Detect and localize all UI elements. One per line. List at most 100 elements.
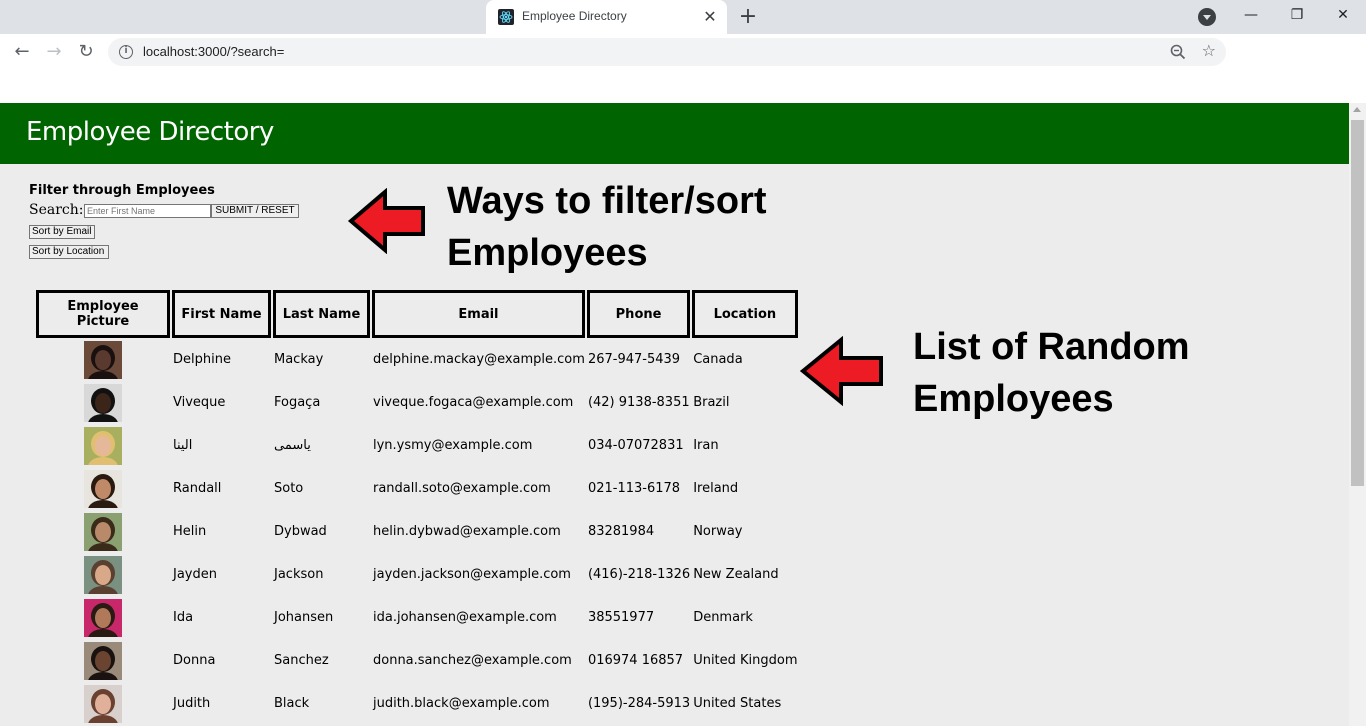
table-row: Donna Sanchez donna.sanchez@example.com 016…	[36, 639, 798, 682]
email-cell: viveque.fogaca@example.com	[373, 395, 574, 410]
last-name-cell: Fogaça	[274, 395, 321, 410]
table-row: Viveque Fogaça viveque.fogaca@example.com (…	[36, 381, 798, 424]
table-row: Judith Black judith.black@example.com (195)…	[36, 682, 798, 725]
first-name-cell: Jayden	[173, 567, 217, 582]
react-logo-icon	[498, 9, 514, 25]
first-name-cell: Ida	[173, 610, 194, 625]
employee-picture-cell	[36, 510, 170, 553]
employee-photo	[84, 555, 122, 594]
tab-strip: Employee Directory ✕ + — ❐ ✕	[0, 0, 1366, 34]
employee-picture-cell	[36, 338, 170, 381]
first-name-cell: Viveque	[173, 395, 226, 410]
app-header: Employee Directory	[0, 103, 1349, 164]
employee-picture-cell	[36, 553, 170, 596]
last-name-cell: Soto	[274, 481, 304, 496]
employee-table-body: Delphine Mackay delphine.mackay@example.co…	[36, 338, 798, 725]
phone-cell: 034-07072831	[587, 438, 684, 453]
location-cell: New Zealand	[693, 567, 779, 582]
location-cell: United Kingdom	[693, 653, 798, 668]
location-cell: Ireland	[693, 481, 739, 496]
address-url[interactable]: localhost:3000/?search=	[143, 44, 284, 59]
search-input[interactable]	[84, 204, 211, 218]
table-row: Jayden Jackson jayden.jackson@example.com (…	[36, 553, 798, 596]
phone-cell: 83281984	[587, 524, 655, 539]
location-cell: Canada	[693, 352, 743, 367]
first-name-cell: الینا	[173, 438, 193, 453]
column-header-phone[interactable]: Phone	[586, 290, 691, 338]
email-cell: judith.black@example.com	[373, 696, 550, 711]
employee-picture-cell	[36, 596, 170, 639]
scrollbar-thumb[interactable]	[1351, 120, 1364, 486]
first-name-cell: Helin	[173, 524, 207, 539]
last-name-cell: Sanchez	[274, 653, 329, 668]
window-restore-icon[interactable]: ❐	[1274, 0, 1320, 32]
column-header-first-name[interactable]: First Name	[172, 290, 271, 338]
email-cell: helin.dybwad@example.com	[373, 524, 561, 539]
employee-photo	[84, 469, 122, 508]
email-cell: donna.sanchez@example.com	[373, 653, 572, 668]
column-header-last-name[interactable]: Last Name	[273, 290, 370, 338]
browser-toolbar: ← → ↻ i localhost:3000/?search= ☆	[0, 34, 1366, 70]
employee-photo	[84, 512, 122, 551]
forward-arrow-icon[interactable]: →	[40, 38, 68, 66]
employee-photo	[84, 598, 122, 637]
window-minimize-icon[interactable]: —	[1228, 0, 1274, 32]
site-info-icon[interactable]: i	[119, 45, 133, 59]
last-name-cell: Jackson	[274, 567, 324, 582]
zoom-out-icon[interactable]	[1170, 44, 1186, 60]
browser-tab[interactable]: Employee Directory ✕	[486, 0, 727, 34]
employee-picture-cell	[36, 639, 170, 682]
location-cell: Iran	[693, 438, 719, 453]
phone-cell: (42) 9138-8351	[587, 395, 690, 410]
last-name-cell: یاسمی	[274, 438, 311, 453]
first-name-cell: Donna	[173, 653, 216, 668]
table-header-row: Employee Picture First Name Last Name Em…	[36, 290, 798, 338]
filter-heading: Filter through Employees	[29, 183, 215, 198]
location-cell: United States	[693, 696, 782, 711]
address-bar[interactable]: i localhost:3000/?search= ☆	[108, 38, 1226, 66]
table-row: Helin Dybwad helin.dybwad@example.com 83281…	[36, 510, 798, 553]
red-arrow-icon	[347, 188, 425, 254]
page-title: Employee Directory	[26, 117, 274, 147]
column-header-location[interactable]: Location	[692, 290, 798, 338]
annotation-list-text: List of Random Employees	[913, 321, 1313, 425]
tab-search-dropdown-icon[interactable]	[1198, 8, 1216, 26]
new-tab-plus-icon[interactable]: +	[736, 6, 760, 30]
column-header-email[interactable]: Email	[372, 290, 585, 338]
window-close-icon[interactable]: ✕	[1320, 0, 1366, 32]
search-label: Search:	[29, 202, 84, 218]
email-cell: ida.johansen@example.com	[373, 610, 557, 625]
reload-icon[interactable]: ↻	[72, 38, 100, 66]
employee-photo	[84, 426, 122, 465]
annotation-list-line2: Employees	[913, 378, 1114, 420]
phone-cell: (195)-284-5913	[587, 696, 691, 711]
email-cell: delphine.mackay@example.com	[373, 352, 585, 367]
table-row: Ida Johansen ida.johansen@example.com 38551…	[36, 596, 798, 639]
employee-photo	[84, 340, 122, 379]
column-header-picture[interactable]: Employee Picture	[36, 290, 170, 338]
location-cell: Norway	[693, 524, 743, 539]
table-row: Randall Soto randall.soto@example.com 021-1…	[36, 467, 798, 510]
employee-photo	[84, 383, 122, 422]
table-row: الینا یاسمی lyn.ysmy@example.com 034-070728…	[36, 424, 798, 467]
first-name-cell: Randall	[173, 481, 222, 496]
phone-cell: 38551977	[587, 610, 655, 625]
email-cell: jayden.jackson@example.com	[373, 567, 571, 582]
sort-by-location-button[interactable]: Sort by Location	[29, 245, 109, 259]
employee-photo	[84, 684, 122, 723]
phone-cell: 267-947-5439	[587, 352, 681, 367]
last-name-cell: Mackay	[274, 352, 324, 367]
annotation-filter-line2: Employees	[447, 232, 648, 274]
location-cell: Brazil	[693, 395, 730, 410]
scroll-up-arrow-icon[interactable]	[1353, 107, 1361, 112]
email-cell: lyn.ysmy@example.com	[373, 438, 533, 453]
submit-reset-button[interactable]: SUBMIT / RESET	[211, 204, 299, 218]
employee-photo	[84, 641, 122, 680]
first-name-cell: Delphine	[173, 352, 231, 367]
tab-close-icon[interactable]: ✕	[701, 8, 719, 26]
back-arrow-icon[interactable]: ←	[8, 38, 36, 66]
page-scrollbar[interactable]	[1349, 103, 1366, 726]
page-viewport: Employee Directory Filter through Employ…	[0, 103, 1349, 726]
sort-by-email-button[interactable]: Sort by Email	[29, 225, 95, 239]
bookmark-star-icon[interactable]: ☆	[1202, 42, 1216, 60]
